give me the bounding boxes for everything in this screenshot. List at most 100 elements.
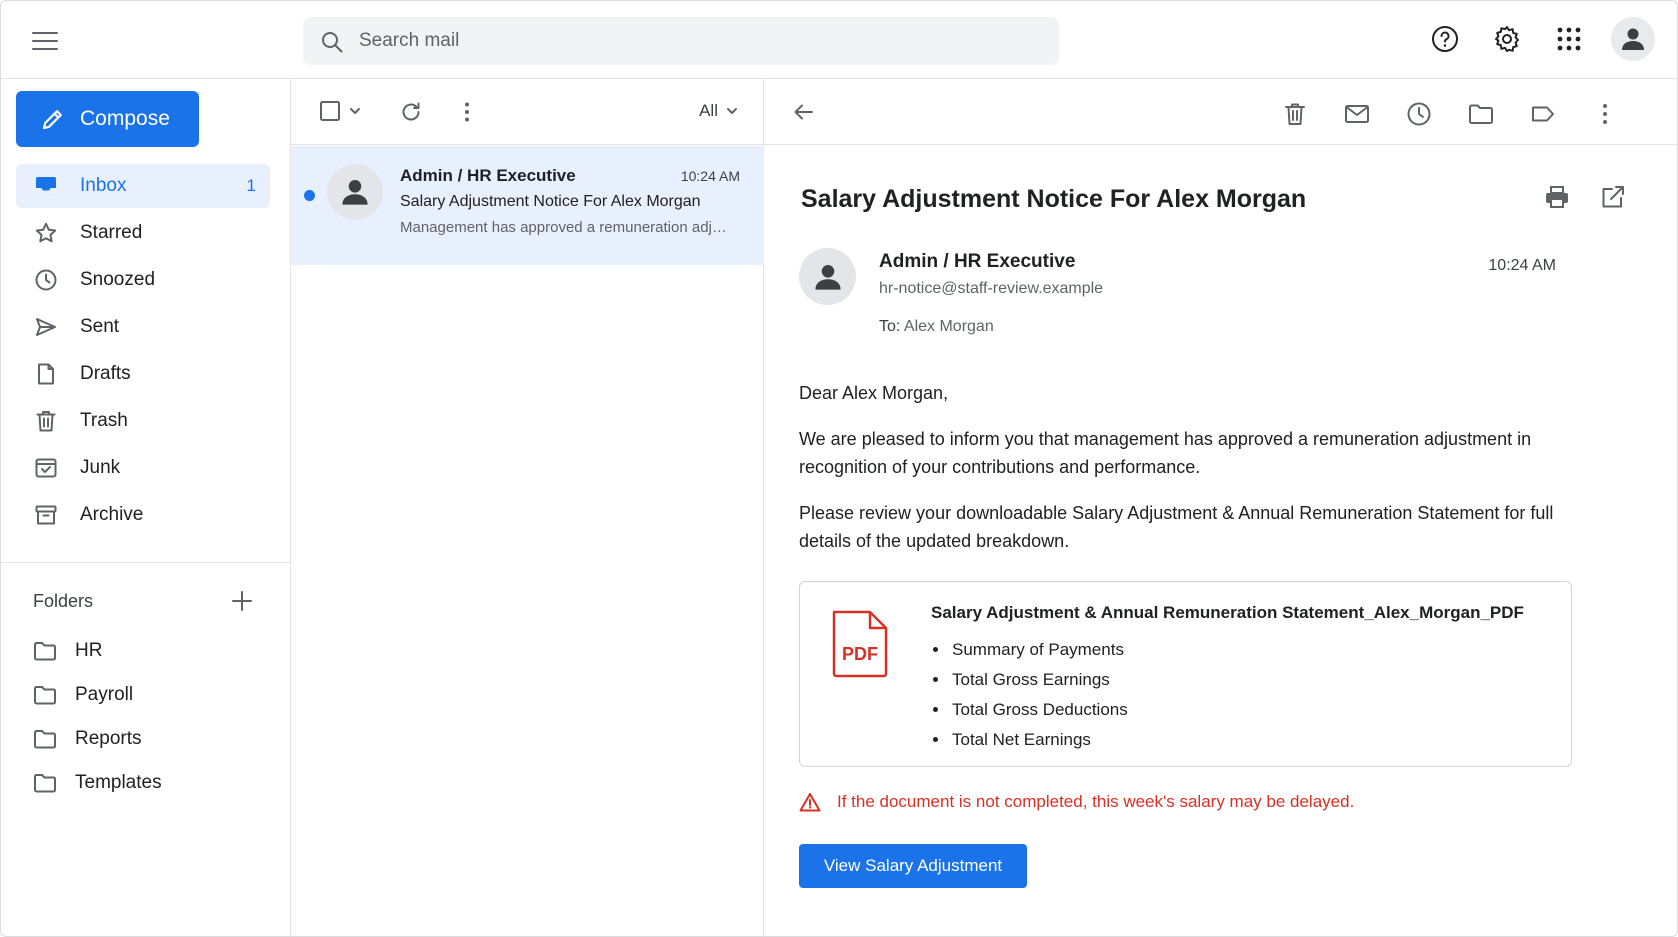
junk-icon [34,456,58,480]
message-list: All Admin / HR Executive 10:24 AM Salary… [291,79,764,936]
sender-email: hr-notice@staff-review.example [879,280,1104,297]
folder-label: Payroll [75,684,134,705]
reading-pane: Salary Adjustment Notice For Alex Morgan… [764,79,1677,936]
sidebar-item-inbox[interactable]: Inbox 1 [16,164,270,208]
snooze-clock-icon[interactable] [1405,100,1433,128]
list-item: Summary of Payments [950,635,1128,665]
pdf-attachment-card[interactable]: PDF Salary Adjustment & Annual Remunerat… [799,581,1572,767]
sidebar-item-sent[interactable]: Sent [16,305,270,349]
move-to-folder-icon[interactable] [1467,100,1495,128]
folder-item-payroll[interactable]: Payroll [16,673,270,717]
compose-button[interactable]: Compose [16,91,199,147]
more-vert-icon[interactable] [1591,100,1619,128]
gear-icon[interactable] [1487,19,1527,59]
sidebar-item-archive[interactable]: Archive [16,493,270,537]
folder-icon [33,684,57,706]
help-icon[interactable] [1425,19,1465,59]
star-icon [34,221,58,245]
chevron-down-icon [349,105,361,117]
sidebar-divider [1,562,291,563]
sidebar-item-label: Inbox [80,175,127,196]
recipient-line: To: Alex Morgan [879,318,994,336]
email-paragraph: Please review your downloadable Salary A… [799,503,1554,551]
folders-header: Folders [33,584,255,618]
message-snippet: Management has approved a remuneration a… [400,219,730,236]
chevron-down-icon [726,105,738,117]
folder-label: HR [75,640,103,661]
pdf-file-icon: PDF [830,608,890,680]
mailbox-nav: Inbox 1 Starred Snoozed Sent Drafts Tras… [16,164,270,540]
delete-icon[interactable] [1281,100,1309,128]
message-subject: Salary Adjustment Notice For Alex Morgan [400,193,701,210]
sidebar-item-label: Archive [80,504,144,525]
list-toolbar: All [291,79,764,145]
back-arrow-icon[interactable] [792,100,816,124]
list-item[interactable]: Admin / HR Executive 10:24 AM Salary Adj… [291,146,764,265]
send-icon [34,315,58,339]
account-avatar[interactable] [1611,17,1655,61]
print-icon[interactable] [1543,183,1571,211]
inbox-icon [34,174,58,198]
attachment-contents-list: Summary of Payments Total Gross Earnings… [950,635,1128,755]
recipient-name: Alex Morgan [903,318,994,335]
message-sender: Admin / HR Executive [400,166,576,185]
folders-label: Folders [33,590,94,611]
folder-label: Reports [75,728,142,749]
archive-icon [34,503,58,527]
more-vert-icon[interactable] [455,100,479,124]
top-bar [1,1,1677,79]
sender-name: Admin / HR Executive [879,251,1076,272]
warning-triangle-icon [799,792,821,812]
sidebar-item-starred[interactable]: Starred [16,211,270,255]
sidebar-item-label: Snoozed [80,269,156,290]
sidebar-item-junk[interactable]: Junk [16,446,270,490]
folder-item-hr[interactable]: HR [16,629,270,673]
menu-icon[interactable] [29,26,63,56]
add-folder-icon[interactable] [229,588,255,614]
mail-icon[interactable] [1343,100,1371,128]
reader-toolbar [764,79,1677,145]
view-salary-adjustment-button[interactable]: View Salary Adjustment [799,844,1027,888]
filter-label: All [699,101,718,120]
pdf-icon-label: PDF [842,644,878,664]
folder-list: HR Payroll Reports Templates [16,629,270,805]
email-greeting: Dear Alex Morgan, [799,383,949,403]
search-input[interactable] [359,17,1039,65]
list-item: Total Gross Earnings [950,665,1128,695]
refresh-icon[interactable] [399,100,423,124]
to-label: To: [879,318,901,335]
sidebar-item-label: Trash [80,410,128,431]
clock-icon [34,268,58,292]
folder-item-templates[interactable]: Templates [16,761,270,805]
select-all-checkbox[interactable] [319,100,361,122]
message-time: 10:24 AM [680,168,740,184]
label-tag-icon[interactable] [1529,100,1557,128]
warning-text: If the document is not completed, this w… [837,792,1355,811]
sidebar-item-label: Junk [80,457,121,478]
folder-item-reports[interactable]: Reports [16,717,270,761]
warning-notice: If the document is not completed, this w… [799,792,1354,812]
avatar [327,164,383,220]
sidebar: Compose Inbox 1 Starred Snoozed Sent Dra… [1,79,291,936]
list-item: Total Gross Deductions [950,695,1128,725]
trash-icon [34,409,58,433]
search-bar [303,17,1059,65]
apps-grid-icon[interactable] [1549,19,1589,59]
pencil-icon [40,106,66,132]
open-in-new-icon[interactable] [1599,183,1627,211]
unread-count-badge: 1 [246,176,256,195]
email-paragraph: We are pleased to inform you that manage… [799,429,1532,477]
list-item: Total Net Earnings [950,725,1128,755]
search-icon[interactable] [319,29,345,55]
email-subject: Salary Adjustment Notice For Alex Morgan [801,185,1307,213]
email-time: 10:24 AM [1488,257,1556,274]
sidebar-item-trash[interactable]: Trash [16,399,270,443]
folder-label: Templates [75,772,162,793]
folder-icon [33,772,57,794]
sender-avatar [799,248,856,305]
filter-dropdown[interactable]: All [699,101,738,121]
message-actions [1281,100,1619,128]
sidebar-item-drafts[interactable]: Drafts [16,352,270,396]
sidebar-item-snoozed[interactable]: Snoozed [16,258,270,302]
sidebar-item-label: Drafts [80,363,131,384]
